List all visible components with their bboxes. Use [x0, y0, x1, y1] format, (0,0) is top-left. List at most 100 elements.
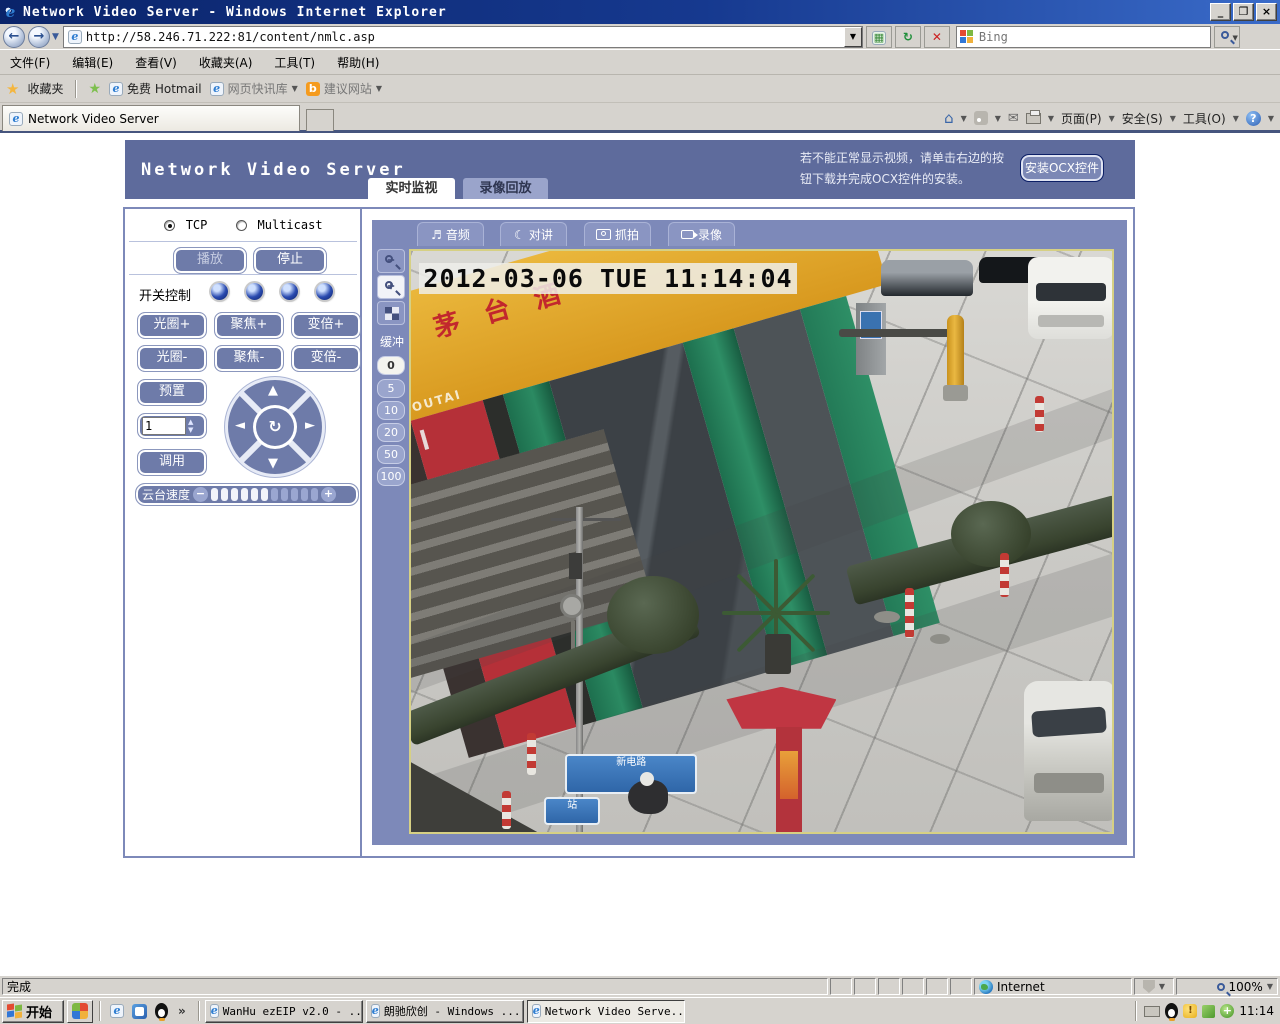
- call-button[interactable]: 调用: [137, 449, 207, 476]
- menu-edit[interactable]: 编辑(E): [72, 54, 113, 71]
- zoom-plus-button[interactable]: 变倍+: [291, 312, 361, 339]
- favbar-suggested-sites[interactable]: b 建议网站 ▼: [306, 80, 382, 97]
- qq-tray-icon[interactable]: [1165, 1003, 1178, 1019]
- fullscreen-tool[interactable]: [377, 301, 405, 325]
- address-field[interactable]: e http://58.246.71.222:81/content/nmlc.a…: [63, 26, 863, 48]
- buffer-option-10[interactable]: 10: [377, 401, 405, 420]
- play-button[interactable]: 播放: [173, 247, 247, 274]
- home-dropdown-icon[interactable]: ▼: [961, 114, 967, 123]
- speed-minus-button[interactable]: −: [193, 487, 208, 502]
- safety-dropdown-icon[interactable]: ▼: [1170, 114, 1176, 123]
- search-input[interactable]: [977, 29, 1207, 45]
- app-button[interactable]: [67, 1000, 93, 1023]
- rss-icon[interactable]: [974, 111, 988, 125]
- refresh-button[interactable]: ↻: [895, 26, 921, 48]
- print-dropdown-icon[interactable]: ▼: [1048, 114, 1054, 123]
- speed-segment[interactable]: [311, 488, 318, 501]
- tab-record-playback[interactable]: 录像回放: [463, 178, 548, 199]
- preset-stepper[interactable]: ▲▼: [188, 418, 193, 434]
- switch-led-2[interactable]: [246, 283, 263, 300]
- tab-live-monitor[interactable]: 实时监视: [368, 178, 455, 199]
- pan-up-button[interactable]: ▲: [268, 383, 278, 398]
- install-ocx-button[interactable]: 安装OCX控件: [1020, 154, 1104, 182]
- preset-button[interactable]: 预置: [137, 379, 207, 406]
- restore-button[interactable]: ❐: [1233, 3, 1254, 21]
- quicklaunch-chevron[interactable]: »: [176, 1004, 188, 1018]
- zoom-minus-button[interactable]: 变倍-: [291, 345, 361, 372]
- start-button[interactable]: 开始: [2, 1000, 64, 1023]
- close-button[interactable]: ×: [1256, 3, 1277, 21]
- switch-led-4[interactable]: [316, 283, 333, 300]
- menu-view[interactable]: 查看(V): [135, 54, 177, 71]
- search-box[interactable]: [956, 26, 1211, 48]
- help-dropdown-icon[interactable]: ▼: [1268, 114, 1274, 123]
- pan-down-button[interactable]: ▼: [268, 456, 278, 471]
- multicast-radio[interactable]: [236, 220, 247, 231]
- url-text[interactable]: http://58.246.71.222:81/content/nmlc.asp: [86, 30, 844, 44]
- favbar-webslice[interactable]: e 网页快讯库 ▼: [210, 80, 298, 97]
- window-app-icon[interactable]: [132, 1004, 147, 1019]
- page-dropdown-icon[interactable]: ▼: [1109, 114, 1115, 123]
- taskbar-item-1[interactable]: e WanHu ezEIP v2.0 - ...: [205, 1000, 363, 1023]
- talk-tab[interactable]: ☾ 对讲: [500, 222, 567, 246]
- tools-dropdown-icon[interactable]: ▼: [1233, 114, 1239, 123]
- tools-menu[interactable]: 工具(O): [1183, 110, 1226, 127]
- buffer-option-5[interactable]: 5: [377, 379, 405, 398]
- zoom-control[interactable]: 100% ▼: [1176, 978, 1278, 995]
- safety-menu[interactable]: 安全(S): [1122, 110, 1163, 127]
- favbar-hotmail[interactable]: e 免费 Hotmail: [109, 80, 202, 97]
- protected-mode-cell[interactable]: ▼: [1134, 978, 1174, 995]
- tcp-radio[interactable]: [164, 220, 175, 231]
- speed-segment[interactable]: [251, 488, 258, 501]
- new-tab-stub[interactable]: [306, 109, 334, 131]
- green-plus-icon[interactable]: +: [1220, 1004, 1234, 1018]
- home-icon[interactable]: ⌂: [944, 109, 954, 127]
- browser-tab[interactable]: e Network Video Server: [2, 105, 300, 131]
- page-menu[interactable]: 页面(P): [1061, 110, 1102, 127]
- rss-dropdown-icon[interactable]: ▼: [995, 114, 1001, 123]
- switch-led-3[interactable]: [281, 283, 298, 300]
- menu-file[interactable]: 文件(F): [10, 54, 50, 71]
- menu-tools[interactable]: 工具(T): [274, 54, 315, 71]
- speed-segment[interactable]: [241, 488, 248, 501]
- pan-left-button[interactable]: ◄: [235, 418, 245, 433]
- speed-segment[interactable]: [281, 488, 288, 501]
- audio-tab[interactable]: ♬ 音频: [417, 222, 484, 246]
- focus-plus-button[interactable]: 聚焦+: [214, 312, 284, 339]
- taskbar-item-3[interactable]: e Network Video Serve...: [527, 1000, 685, 1023]
- keyboard-tray-icon[interactable]: [1144, 1006, 1160, 1017]
- forward-button[interactable]: →: [28, 26, 50, 48]
- pan-right-button[interactable]: ►: [305, 418, 315, 433]
- preset-input[interactable]: [142, 417, 186, 435]
- compatibility-view-button[interactable]: ▦: [866, 26, 892, 48]
- back-button[interactable]: ←: [3, 26, 25, 48]
- menu-favorites[interactable]: 收藏夹(A): [199, 54, 253, 71]
- iris-plus-button[interactable]: 光圈+: [137, 312, 207, 339]
- search-button[interactable]: ▼: [1214, 26, 1240, 48]
- speed-segment[interactable]: [261, 488, 268, 501]
- speed-segment[interactable]: [271, 488, 278, 501]
- stop-button[interactable]: ✕: [924, 26, 950, 48]
- taskbar-clock[interactable]: 11:14: [1239, 1004, 1274, 1018]
- auto-pan-button[interactable]: ↻: [256, 408, 294, 446]
- speed-segment[interactable]: [231, 488, 238, 501]
- history-dropdown-icon[interactable]: ▼: [52, 32, 59, 42]
- menu-help[interactable]: 帮助(H): [337, 54, 379, 71]
- favorites-button[interactable]: 收藏夹: [27, 80, 63, 97]
- focus-minus-button[interactable]: 聚焦-: [214, 345, 284, 372]
- buffer-option-50[interactable]: 50: [377, 445, 405, 464]
- speed-segment[interactable]: [221, 488, 228, 501]
- taskbar-item-2[interactable]: e 朗驰欣创 - Windows ...: [366, 1000, 524, 1023]
- qq-icon[interactable]: [155, 1003, 168, 1019]
- green-tray-icon[interactable]: [1202, 1005, 1215, 1018]
- record-tab[interactable]: 录像: [668, 222, 735, 246]
- speed-segment[interactable]: [211, 488, 218, 501]
- ie-quicklaunch-icon[interactable]: e: [110, 1004, 124, 1018]
- help-icon[interactable]: ?: [1246, 111, 1261, 126]
- mail-icon[interactable]: ✉: [1008, 111, 1019, 126]
- buffer-option-20[interactable]: 20: [377, 423, 405, 442]
- minimize-button[interactable]: _: [1210, 3, 1231, 21]
- print-icon[interactable]: [1026, 113, 1041, 124]
- stop-button-panel[interactable]: 停止: [253, 247, 327, 274]
- switch-led-1[interactable]: [211, 283, 228, 300]
